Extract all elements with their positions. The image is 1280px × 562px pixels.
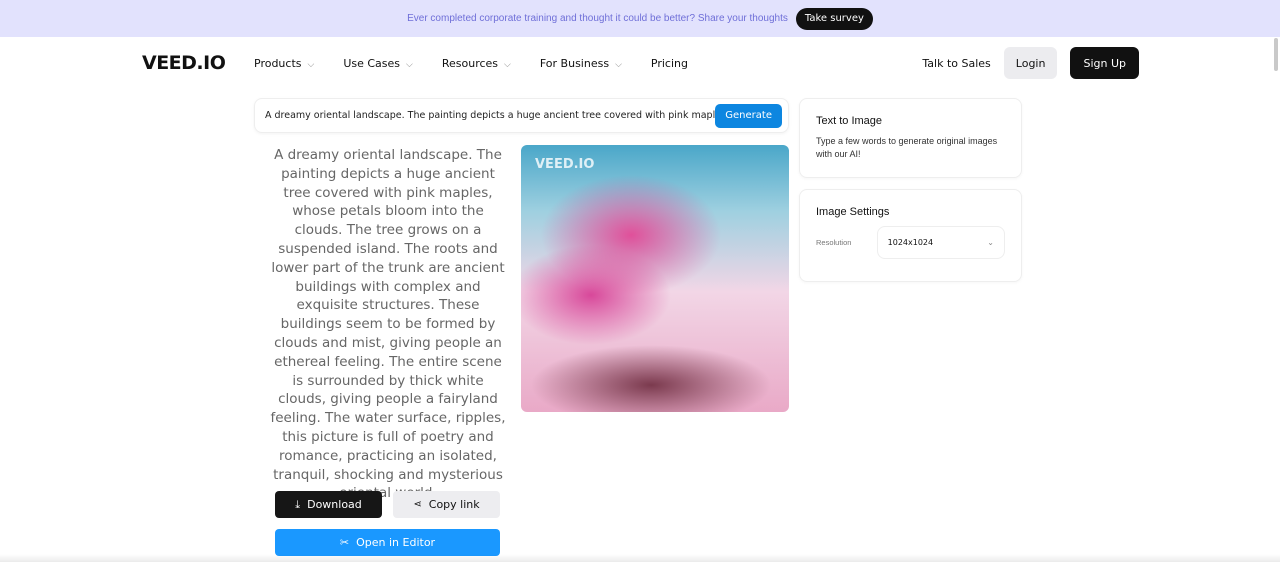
nav-item-resources[interactable]: Resources ⌵ xyxy=(442,57,511,70)
resolution-label: Resolution xyxy=(816,238,852,247)
nav-item-for-business[interactable]: For Business ⌵ xyxy=(540,57,622,70)
download-icon: ⤓ xyxy=(295,497,301,511)
watermark: VEED.IO xyxy=(535,157,595,172)
login-button[interactable]: Login xyxy=(1003,47,1058,79)
info-title: Text to Image xyxy=(816,115,883,127)
share-icon: ⋖ xyxy=(413,499,422,510)
chevron-down-icon: ⌵ xyxy=(615,59,622,70)
scissors-icon: ✂ xyxy=(339,536,350,549)
generated-image: VEED.IO xyxy=(521,145,789,412)
download-label: Download xyxy=(307,498,362,511)
open-editor-label: Open in Editor xyxy=(356,536,436,549)
settings-title: Image Settings xyxy=(816,206,890,218)
chevron-down-icon: ⌄ xyxy=(987,238,994,247)
nav-item-label: Pricing xyxy=(650,56,688,70)
top-nav: VEED.IO Products ⌵ Use Cases ⌵ Resources ⌵ For… xyxy=(0,37,1280,89)
nav-item-label: Resources xyxy=(441,56,499,70)
nav-item-label: Use Cases xyxy=(343,56,401,70)
take-survey-button[interactable]: Take survey xyxy=(795,7,873,30)
copy-link-label: Copy link xyxy=(428,498,480,511)
signup-button[interactable]: Sign Up xyxy=(1070,47,1139,79)
resolution-select[interactable]: 1024x1024 ⌄ xyxy=(876,226,1005,259)
open-in-editor-button[interactable]: ✂ Open in Editor xyxy=(275,529,500,556)
chevron-down-icon: ⌵ xyxy=(504,59,511,70)
nav-item-pricing[interactable]: Pricing xyxy=(651,57,688,70)
generate-button[interactable]: Generate xyxy=(715,103,782,128)
chevron-down-icon: ⌵ xyxy=(307,59,315,70)
talk-to-sales-link[interactable]: Talk to Sales xyxy=(922,57,990,70)
prompt-input[interactable]: A dreamy oriental landscape. The paintin… xyxy=(254,98,789,133)
download-button[interactable]: ⤓ Download xyxy=(275,491,382,518)
nav-item-label: Products xyxy=(254,56,302,70)
nav-item-label: For Business xyxy=(539,56,610,70)
banner-text: Ever completed corporate training and th… xyxy=(407,13,788,24)
nav-item-products[interactable]: Products ⌵ xyxy=(254,57,314,70)
copy-link-button[interactable]: ⋖ Copy link xyxy=(393,491,500,518)
chevron-down-icon: ⌵ xyxy=(406,59,413,70)
nav-menu: Products ⌵ Use Cases ⌵ Resources ⌵ For Busines… xyxy=(254,57,688,70)
info-card: Text to Image Type a few words to genera… xyxy=(799,98,1022,178)
nav-item-use-cases[interactable]: Use Cases ⌵ xyxy=(343,57,413,70)
logo[interactable]: VEED.IO xyxy=(142,52,226,74)
prompt-text[interactable]: A dreamy oriental landscape. The paintin… xyxy=(265,110,715,121)
survey-banner: Ever completed corporate training and th… xyxy=(0,0,1280,37)
info-text: Type a few words to generate original im… xyxy=(816,136,998,159)
bottom-shadow xyxy=(0,554,1280,562)
image-description: A dreamy oriental landscape. The paintin… xyxy=(270,147,506,502)
scrollbar[interactable] xyxy=(1272,37,1280,72)
resolution-value: 1024x1024 xyxy=(887,238,934,247)
settings-card: Image Settings Resolution 1024x1024 ⌄ xyxy=(799,189,1022,282)
